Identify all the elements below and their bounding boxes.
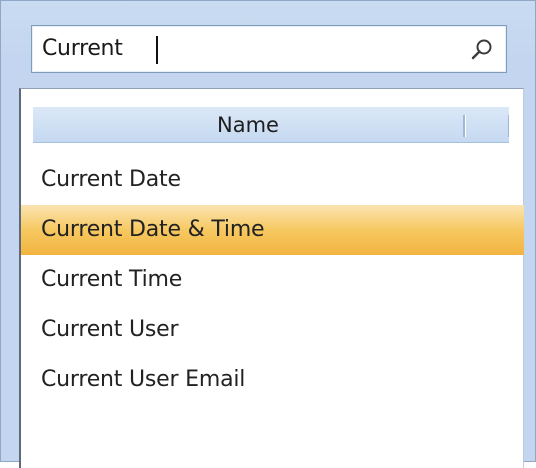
list-item-current-user[interactable]: Current User [21, 305, 524, 355]
column-header-end [508, 115, 509, 137]
results-dropdown: Name Current Date Current Date & Time Cu… [19, 88, 524, 468]
column-header-name[interactable]: Name [33, 107, 463, 143]
results-list: Current Date Current Date & Time Current… [21, 155, 524, 405]
list-item-current-date[interactable]: Current Date [21, 155, 524, 205]
search-box[interactable] [31, 25, 507, 73]
search-popup-window: Name Current Date Current Date & Time Cu… [0, 0, 536, 468]
list-item-current-user-email[interactable]: Current User Email [21, 355, 524, 405]
list-item-current-date-time[interactable]: Current Date & Time [21, 205, 524, 255]
column-header[interactable]: Name [33, 107, 509, 143]
column-divider[interactable] [463, 115, 466, 137]
text-caret [156, 36, 158, 64]
search-icon[interactable] [470, 37, 494, 61]
list-item-current-time[interactable]: Current Time [21, 255, 524, 305]
search-input[interactable] [32, 26, 452, 72]
